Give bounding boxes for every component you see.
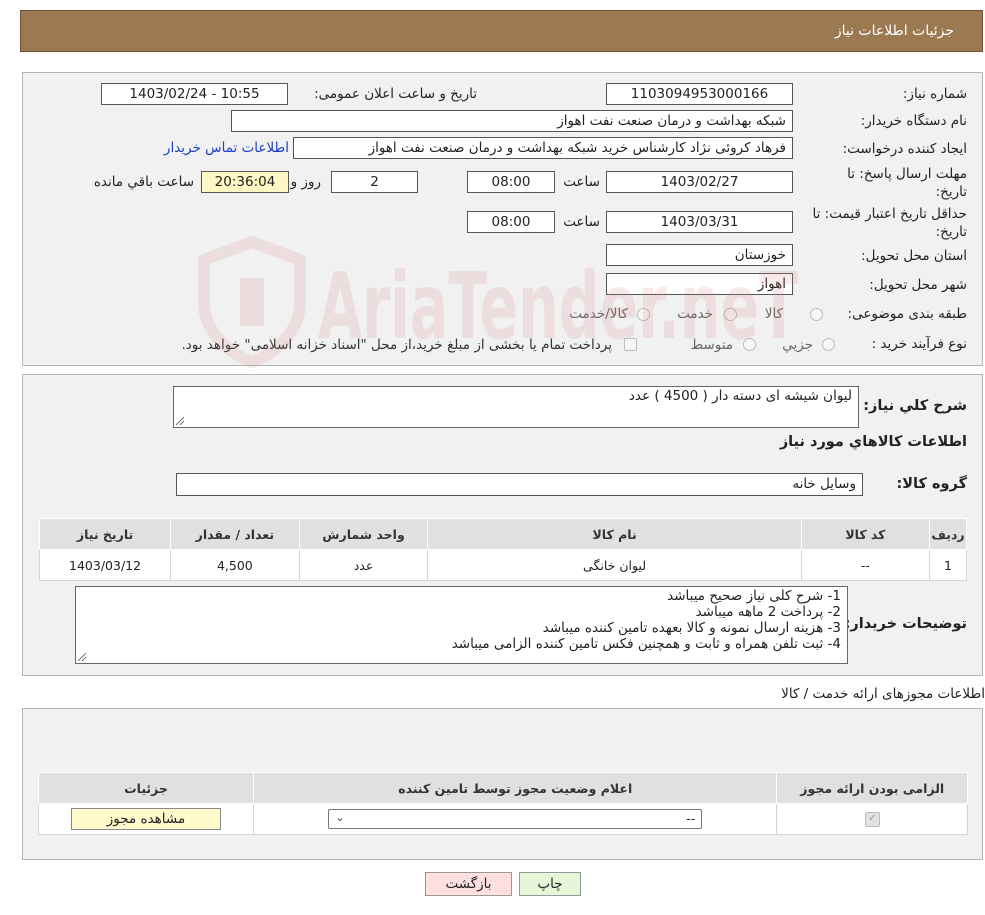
requester-field: فرهاد کروئی نژاد کارشناس خرید شبکه بهداش… (293, 137, 793, 159)
permits-table: الزامی بودن ارائه مجوز اعلام وضعیت مجوز … (38, 772, 968, 835)
category-goods-service-label: کالا/خدمت (569, 306, 628, 322)
category-service-label: خدمت (677, 306, 713, 322)
permit-required-checkbox[interactable]: ✓ (864, 812, 880, 827)
permit-status-select[interactable]: ⌄ -- (328, 809, 703, 829)
remaining-time-field: 20:36:04 (201, 171, 289, 193)
process-minor-label: جزیي (782, 337, 813, 353)
category-goods-radio[interactable] (810, 308, 823, 321)
col-row: رديف (929, 518, 967, 550)
cell-row: 1 (929, 549, 967, 581)
days-word: روز و (290, 174, 321, 190)
buyer-org-field: شبکه بهداشت و درمان صنعت نفت اهواز (231, 110, 793, 132)
city-field: اهواز (606, 273, 793, 295)
category-goods-service-radio[interactable] (637, 308, 650, 321)
col-permit-details: جزئیات (38, 772, 254, 804)
deadline-time-word: ساعت (563, 174, 600, 190)
resize-grip-icon[interactable] (176, 417, 184, 425)
price-validity-time-field: 08:00 (467, 211, 555, 233)
summary-text: لیوان شیشه ای دسته دار ( 4500 ) عدد (628, 388, 852, 404)
process-label: نوع فرآیند خرید : (871, 336, 967, 352)
price-validity-date-field: 1403/03/31 (606, 211, 793, 233)
table-row: 1 -- لیوان خانگی عدد 4,500 1403/03/12 (38, 549, 967, 581)
deadline-time-field: 08:00 (467, 171, 555, 193)
treasury-payment-checkbox[interactable] (624, 338, 637, 351)
summary-textarea[interactable]: لیوان شیشه ای دسته دار ( 4500 ) عدد (173, 386, 859, 428)
need-number-field: 1103094953000166 (606, 83, 793, 105)
col-need-date: تاریخ نیاز (38, 518, 172, 550)
process-medium-radio[interactable] (743, 338, 756, 351)
summary-label: شرح کلي نياز: (863, 398, 967, 414)
announce-label: تاریخ و ساعت اعلان عمومی: (314, 86, 477, 102)
buyer-notes-textarea[interactable]: 1- شرح کلی نیاز صحیح میباشد 2- پرداخت 2 … (75, 586, 848, 664)
category-goods-label: کالا (764, 306, 783, 322)
price-validity-label: حداقل تاریخ اعتبار قیمت: تا (812, 206, 967, 222)
col-name: نام کالا (427, 518, 802, 550)
cell-unit: عدد (298, 549, 429, 581)
cell-need-date: 1403/03/12 (38, 549, 172, 581)
announce-field: 1403/02/24 - 10:55 (101, 83, 288, 105)
price-validity-time-word: ساعت (563, 214, 600, 230)
deadline-label: مهلت ارسال پاسخ: تا (847, 166, 967, 182)
remaining-word: ساعت باقي مانده (93, 174, 194, 190)
permit-details-cell: مشاهده مجوز (38, 803, 254, 835)
city-label: شهر محل تحویل: (869, 277, 967, 293)
buyer-contact-link[interactable]: اطلاعات تماس خریدار (164, 140, 289, 156)
buyer-note-line: 2- پرداخت 2 ماهه میباشد (695, 604, 841, 620)
province-field: خوزستان (606, 244, 793, 266)
deadline-date-field: 1403/02/27 (606, 171, 793, 193)
col-permit-status: اعلام وضعیت مجوز توسط تامین کننده (252, 772, 778, 804)
goods-info-title: اطلاعات کالاهاي مورد نياز (779, 434, 967, 450)
goods-table: رديف کد کالا نام کالا واحد شمارش تعداد /… (38, 518, 967, 581)
permits-table-header: الزامی بودن ارائه مجوز اعلام وضعیت مجوز … (38, 772, 968, 804)
buyer-note-line: 4- ثبت تلفن همراه و ثابت و همچنین فکس تا… (451, 636, 841, 652)
days-field: 2 (331, 171, 418, 193)
requester-label: ایجاد کننده درخواست: (842, 141, 967, 157)
cell-name: لیوان خانگی (427, 549, 802, 581)
view-permit-button[interactable]: مشاهده مجوز (70, 808, 221, 830)
page-header: جزئیات اطلاعات نیاز (20, 10, 983, 52)
resize-grip-icon[interactable] (78, 653, 86, 661)
province-label: استان محل تحویل: (861, 248, 967, 264)
category-label: طبقه بندی موضوعی: (847, 306, 967, 322)
buyer-org-label: نام دستگاه خریدار: (860, 113, 967, 129)
buyer-notes-label: توضیحات خریدار: (844, 616, 967, 632)
col-code: کد کالا (800, 518, 931, 550)
permits-title: اطلاعات مجوزهای ارائه خدمت / کالا (781, 686, 985, 702)
process-minor-radio[interactable] (822, 338, 835, 351)
permit-required-cell: ✓ (776, 803, 968, 835)
process-medium-label: متوسط (690, 337, 733, 353)
cell-quantity: 4,500 (170, 549, 300, 581)
page-title: جزئیات اطلاعات نیاز (834, 23, 954, 39)
buyer-note-line: 1- شرح کلی نیاز صحیح میباشد (667, 588, 841, 604)
deadline-label-date: تاریخ: (935, 184, 967, 200)
col-quantity: تعداد / مقدار (170, 518, 300, 550)
chevron-down-icon: ⌄ (335, 811, 345, 824)
goods-group-label: گروه کالا: (896, 476, 967, 492)
cell-code: -- (800, 549, 931, 581)
payment-note: پرداخت تمام یا بخشی از مبلغ خرید،از محل … (181, 337, 612, 353)
goods-table-header: رديف کد کالا نام کالا واحد شمارش تعداد /… (38, 518, 967, 550)
price-validity-label-date: تاریخ: (935, 224, 967, 240)
need-number-label: شماره نیاز: (902, 86, 967, 102)
buyer-note-line: 3- هزینه ارسال نمونه و کالا بعهده تامین … (542, 620, 841, 636)
col-permit-required: الزامی بودن ارائه مجوز (776, 772, 968, 804)
permit-status-cell: ⌄ -- (252, 803, 778, 835)
back-button[interactable]: بازگشت (425, 872, 512, 896)
goods-group-field: وسایل خانه (176, 473, 863, 496)
print-button[interactable]: چاپ (519, 872, 581, 896)
permit-status-value: -- (686, 811, 696, 826)
category-service-radio[interactable] (724, 308, 737, 321)
table-row: ✓ ⌄ -- مشاهده مجوز (38, 803, 968, 835)
col-unit: واحد شمارش (298, 518, 429, 550)
